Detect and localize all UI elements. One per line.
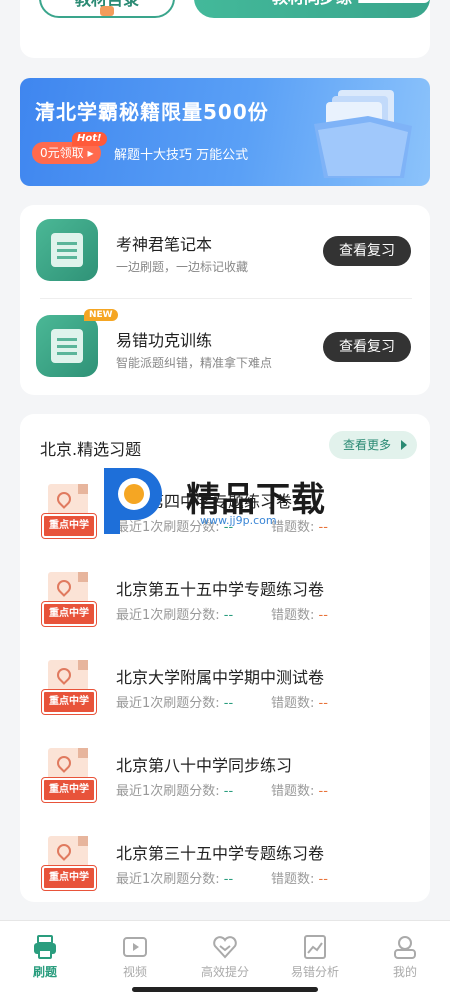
tab-label: 易错分析 xyxy=(290,965,339,979)
sync-practice-button[interactable]: 教材同步练 ✱ ▂▃▅ ▂▃▅▇ ◠ 4 xyxy=(194,0,430,18)
view-more-label: 查看更多 xyxy=(343,438,392,452)
video-icon xyxy=(123,937,147,957)
tab-score-boost[interactable]: 高效提分 xyxy=(190,933,260,980)
tool-title: 考神君笔记本 xyxy=(116,235,213,254)
review-button[interactable]: 查看复习 xyxy=(323,236,411,266)
score-stat: 最近1次刷题分数: -- xyxy=(116,872,234,887)
list-item[interactable]: 重点中学 北京第三十五中学专题练习卷 最近1次刷题分数: -- 错题数: -- xyxy=(20,832,430,920)
exercise-name: 北京第五十五中学专题练习卷 xyxy=(116,580,325,599)
tool-subtitle: 一边刷题，一边标记收藏 xyxy=(116,260,249,274)
hot-badge: Hot! xyxy=(72,132,107,146)
error-stat: 错题数: -- xyxy=(271,784,328,799)
exercise-name: 北京第三十五中学专题练习卷 xyxy=(116,844,325,863)
tab-label: 刷题 xyxy=(32,965,57,979)
tool-title: 易错功克训练 xyxy=(116,331,213,350)
catalog-button[interactable]: 教材目录 xyxy=(39,0,175,18)
banner-title: 清北学霸秘籍限量500份 xyxy=(35,100,269,124)
folder-icon xyxy=(314,90,412,178)
new-badge: NEW xyxy=(84,309,118,321)
score-stat: 最近1次刷题分数: -- xyxy=(116,608,234,623)
error-stat: 错题数: -- xyxy=(271,608,328,623)
list-item[interactable]: 重点中学 北京大学附属中学期中测试卷 最近1次刷题分数: -- 错题数: -- xyxy=(20,656,430,744)
list-item[interactable]: 重点中学 北京第八十中学同步练习 最近1次刷题分数: -- 错题数: -- xyxy=(20,744,430,832)
watermark-logo-icon xyxy=(104,468,162,534)
chevron-right-icon xyxy=(401,440,407,450)
notebook-icon xyxy=(36,219,98,281)
section-title: 北京.精选习题 xyxy=(40,440,142,459)
tab-video[interactable]: 视频 xyxy=(100,933,170,980)
watermark: 精品下载 www.jj9p.com xyxy=(96,464,356,544)
heart-chevron-icon xyxy=(213,936,237,959)
error-stat: 错题数: -- xyxy=(271,696,328,711)
list-item[interactable]: 重点中学 北京第五十五中学专题练习卷 最近1次刷题分数: -- 错题数: -- xyxy=(20,568,430,656)
exam-paper-icon: 重点中学 xyxy=(41,572,97,630)
printer-icon xyxy=(34,935,56,959)
catalog-badge-icon xyxy=(100,6,114,16)
tab-mine[interactable]: 我的 xyxy=(370,933,440,980)
exam-paper-icon: 重点中学 xyxy=(41,748,97,806)
banner-subtitle: 解题十大技巧 万能公式 xyxy=(114,148,249,163)
tab-brush-questions[interactable]: 刷题 xyxy=(10,933,80,980)
exercise-name: 北京大学附属中学期中测试卷 xyxy=(116,668,325,687)
home-indicator[interactable] xyxy=(132,987,318,992)
tool-subtitle: 智能派题纠错，精准拿下难点 xyxy=(116,356,273,370)
error-stat: 错题数: -- xyxy=(271,872,328,887)
exam-paper-icon: 重点中学 xyxy=(41,484,97,542)
tab-label: 高效提分 xyxy=(200,965,249,979)
chart-image-icon xyxy=(304,935,326,959)
tools-card: 考神君笔记本 一边刷题，一边标记收藏 查看复习 易错功克训练 智能派题纠错，精准… xyxy=(20,205,430,395)
exercise-name: 北京第八十中学同步练习 xyxy=(116,756,293,775)
divider xyxy=(40,298,412,299)
top-card: 教材目录 教材同步练 ✱ ▂▃▅ ▂▃▅▇ ◠ 4 xyxy=(20,0,430,58)
user-icon xyxy=(394,936,416,959)
free-claim-label: 0元领取 xyxy=(40,146,84,160)
view-more-button[interactable]: 查看更多 xyxy=(329,431,417,459)
watermark-url: www.jj9p.com xyxy=(200,514,277,527)
tab-label: 视频 xyxy=(122,965,147,979)
tab-error-analysis[interactable]: 易错分析 xyxy=(280,933,350,980)
tool-row-error-training[interactable]: 易错功克训练 智能派题纠错，精准拿下难点 查看复习 xyxy=(20,301,430,385)
promo-banner[interactable]: 清北学霸秘籍限量500份 0元领取 ▸ Hot! 解题十大技巧 万能公式 xyxy=(20,78,430,186)
error-training-icon xyxy=(36,315,98,377)
exam-paper-icon: 重点中学 xyxy=(41,660,97,718)
tab-label: 我的 xyxy=(392,965,417,979)
review-button[interactable]: 查看复习 xyxy=(323,332,411,362)
battery-icon: 4 xyxy=(404,0,430,3)
tool-row-notebook[interactable]: 考神君笔记本 一边刷题，一边标记收藏 查看复习 xyxy=(20,205,430,289)
exam-paper-icon: 重点中学 xyxy=(41,836,97,894)
score-stat: 最近1次刷题分数: -- xyxy=(116,784,234,799)
score-stat: 最近1次刷题分数: -- xyxy=(116,696,234,711)
